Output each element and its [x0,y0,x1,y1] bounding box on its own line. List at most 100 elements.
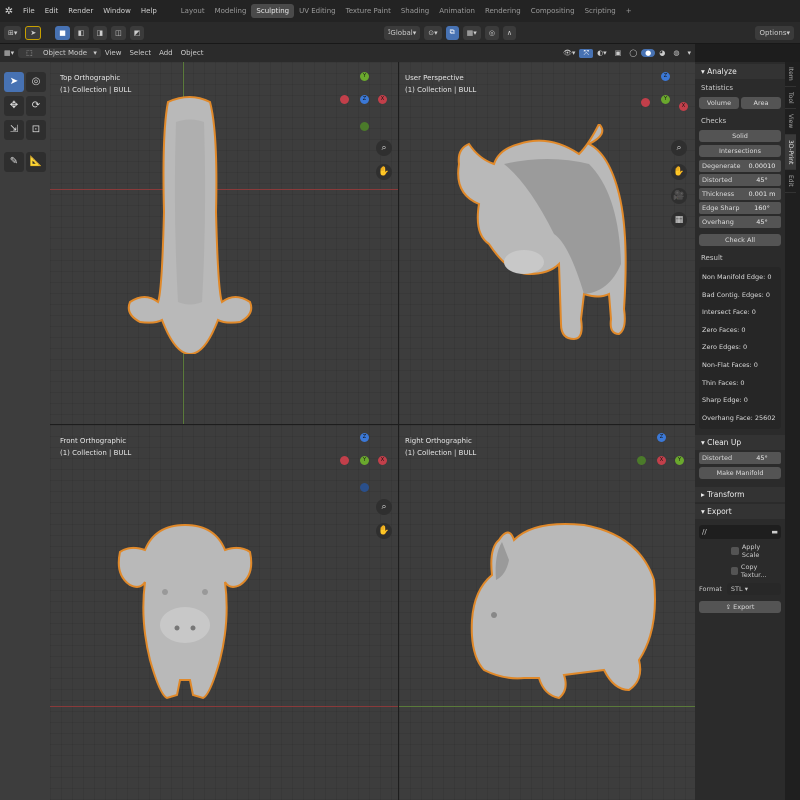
tab-edit[interactable]: Edit [785,170,796,193]
gizmo-neg-y-icon[interactable] [360,122,369,131]
navigation-gizmo[interactable]: Z Y X [641,72,691,122]
tab-3d-print[interactable]: 3D-Print [785,134,796,170]
navigation-gizmo[interactable]: Y Z X [340,72,390,131]
gizmo-toggle-icon[interactable]: ⤧ [579,48,594,58]
result-item[interactable]: Non-Flat Faces: 0 [702,357,778,375]
tab-rendering[interactable]: Rendering [480,4,526,18]
select-box-icon[interactable]: ➤ [4,72,24,92]
cleanup-distorted-field[interactable]: Distorted 45° [699,452,781,465]
measure-icon[interactable]: 📐 [26,152,46,172]
result-item[interactable]: Zero Edges: 0 [702,339,778,357]
menu-edit[interactable]: Edit [40,7,64,15]
pivot-point-icon[interactable]: ⊙▾ [424,25,442,40]
result-item[interactable]: Intersect Face: 0 [702,304,778,322]
annotate-icon[interactable]: ✎ [4,152,24,172]
tab-modeling[interactable]: Modeling [210,4,252,18]
shading-wire-icon[interactable]: ◯ [625,49,641,57]
tab-uv-editing[interactable]: UV Editing [294,4,341,18]
gizmo-x-icon[interactable]: X [657,456,666,465]
export-path-input[interactable]: // ▬ [699,525,781,540]
select-intersect-icon[interactable]: ◩ [129,25,145,40]
section-analyze[interactable]: ▾ Analyze [695,64,785,79]
distorted-button[interactable]: Distorted [699,174,743,186]
falloff-icon[interactable]: ∧ [502,25,517,40]
gizmo-z-icon[interactable]: Z [657,433,666,442]
cleanup-distorted-value[interactable]: 45° [743,452,781,464]
zoom-icon[interactable]: ⌕ [376,140,392,156]
menu-window[interactable]: Window [98,7,136,15]
gizmo-neg-x-icon[interactable] [340,95,349,104]
add-workspace-icon[interactable]: + [621,4,637,18]
thickness-value[interactable]: 0.001 m [743,188,781,200]
gizmo-neg-x-icon[interactable] [340,456,349,465]
options-dropdown[interactable]: Options ▾ [755,25,794,40]
bull-model-top[interactable] [110,92,270,354]
gizmo-x-icon[interactable]: X [679,102,688,111]
result-item[interactable]: Non Manifold Edge: 0 [702,269,778,287]
gizmo-y-icon[interactable]: Y [661,95,670,104]
cleanup-distorted-button[interactable]: Distorted [699,452,743,464]
apply-scale-checkbox[interactable]: Apply Scale [731,543,779,559]
viewport-top-ortho[interactable]: Top Orthographic (1) Collection | BULL Y… [50,62,398,424]
editor-type-icon[interactable]: ▦▾ [0,49,18,57]
gizmo-z-icon[interactable]: Z [360,433,369,442]
overhang-field[interactable]: Overhang 45° [699,216,781,228]
snap-target-icon[interactable]: ▦▾ [462,25,481,40]
distorted-field[interactable]: Distorted 45° [699,174,781,186]
make-manifold-button[interactable]: Make Manifold [699,467,781,480]
gizmo-neg-y-icon[interactable] [637,456,646,465]
tab-shading[interactable]: Shading [396,4,434,18]
check-all-button[interactable]: Check All [699,234,781,246]
result-item[interactable]: Thin Faces: 0 [702,375,778,393]
result-item[interactable]: Bad Contig. Edges: 0 [702,287,778,305]
camera-icon[interactable]: 🎥 [671,188,687,204]
proportional-edit-icon[interactable]: ◎ [484,25,499,40]
section-export[interactable]: ▾ Export [695,504,785,520]
thickness-field[interactable]: Thickness 0.001 m [699,188,781,200]
viewport-front-ortho[interactable]: Front Orthographic (1) Collection | BULL… [50,425,398,800]
viewport-user-perspective[interactable]: User Perspective (1) Collection | BULL Z… [399,62,695,424]
pan-hand-icon[interactable]: ✋ [376,164,392,180]
bull-model-right[interactable] [464,520,664,705]
copy-textures-checkbox[interactable]: Copy Textur... [731,563,779,579]
gizmo-z-icon[interactable]: Z [661,72,670,81]
tab-view[interactable]: View [785,109,796,135]
menu-select[interactable]: Select [125,49,155,57]
thickness-button[interactable]: Thickness [699,188,743,200]
navigation-gizmo[interactable]: Z Y X [340,433,390,492]
overlay-icon[interactable]: ◐▾ [593,49,611,57]
cursor-icon[interactable]: ◎ [26,72,46,92]
section-clean-up[interactable]: ▾ Clean Up [695,435,785,451]
zoom-icon[interactable]: ⌕ [671,140,687,156]
tab-texture-paint[interactable]: Texture Paint [341,4,396,18]
gizmo-x-icon[interactable]: X [378,95,387,104]
visibility-icon[interactable]: 👁▾ [559,49,579,57]
area-button[interactable]: Area [741,97,781,109]
menu-help[interactable]: Help [136,7,162,15]
tab-item[interactable]: Item [785,62,796,87]
grid-icon[interactable]: ▦ [671,212,687,228]
checkbox-icon[interactable] [731,567,738,576]
menu-add[interactable]: Add [155,49,177,57]
tab-layout[interactable]: Layout [176,4,210,18]
snap-icon[interactable]: ⧉ [445,25,459,40]
degenerate-field[interactable]: Degenerate 0.00010 [699,160,781,172]
tab-scripting[interactable]: Scripting [580,4,621,18]
tab-sculpting[interactable]: Sculpting [251,4,295,18]
edge-sharp-value[interactable]: 160° [743,202,781,214]
tab-compositing[interactable]: Compositing [526,4,580,18]
shading-solid-icon[interactable]: ● [641,49,656,57]
edge-sharp-button[interactable]: Edge Sharp [699,202,743,214]
select-subtract-icon[interactable]: ◨ [92,25,108,40]
menu-object[interactable]: Object [177,49,208,57]
select-extend-icon[interactable]: ◧ [73,25,89,40]
tab-tool[interactable]: Tool [785,87,796,110]
volume-button[interactable]: Volume [699,97,739,109]
gizmo-y-icon[interactable]: Y [360,72,369,81]
bull-model-front[interactable] [115,520,255,705]
rotate-icon[interactable]: ⟳ [26,96,46,116]
move-icon[interactable]: ✥ [4,96,24,116]
degenerate-value[interactable]: 0.00010 [743,160,781,172]
shading-material-icon[interactable]: ◕ [655,49,669,57]
result-item[interactable]: Sharp Edge: 0 [702,392,778,410]
